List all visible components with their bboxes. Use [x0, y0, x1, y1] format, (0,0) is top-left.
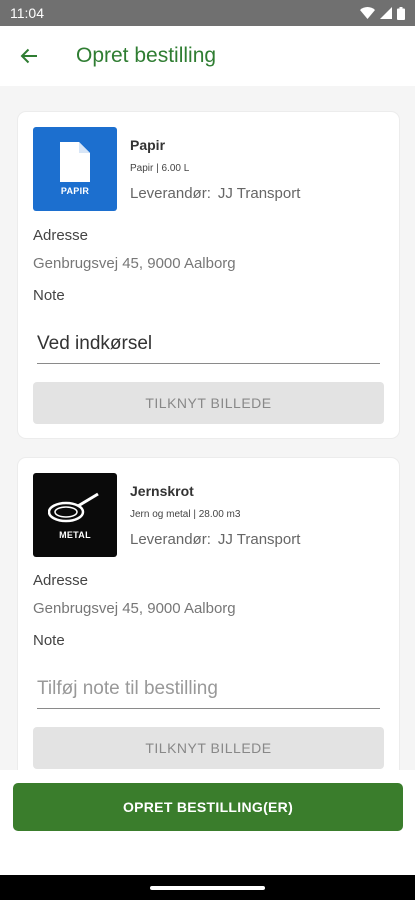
supplier-name: JJ Transport	[217, 531, 301, 548]
page-title: Opret bestilling	[76, 44, 217, 67]
address-label: Adresse	[33, 227, 89, 244]
note-input[interactable]	[37, 669, 380, 709]
product-title: Jernskrot	[130, 483, 194, 499]
product-thumbnail: METAL	[33, 473, 117, 557]
signal-icon	[380, 7, 392, 19]
battery-icon	[397, 6, 405, 20]
status-icons	[360, 6, 405, 20]
note-label: Note	[33, 287, 65, 304]
home-handle[interactable]	[150, 886, 265, 890]
product-subtitle: Papir | 6.00 L	[130, 163, 190, 174]
create-order-button[interactable]: OPRET BESTILLING(ER)	[13, 783, 403, 831]
address-value: Genbrugsvej 45, 9000 Aalborg	[33, 600, 236, 617]
attach-image-button[interactable]: TILKNYT BILLEDE	[33, 382, 384, 424]
supplier-name: JJ Transport	[217, 185, 301, 202]
supplier-label: Leverandør:	[130, 185, 211, 202]
note-label: Note	[33, 632, 65, 649]
product-subtitle: Jern og metal | 28.00 m3	[130, 509, 241, 520]
supplier-label: Leverandør:	[130, 531, 211, 548]
app-bar: Opret bestilling	[0, 26, 415, 86]
order-card: PAPIR Papir Papir | 6.00 L Leverandør: J…	[18, 112, 399, 438]
system-nav-bar	[0, 875, 415, 900]
wifi-icon	[360, 7, 375, 19]
address-label: Adresse	[33, 572, 89, 589]
status-time: 11:04	[10, 5, 44, 21]
address-value: Genbrugsvej 45, 9000 Aalborg	[33, 255, 236, 272]
supplier-row: Leverandør: JJ Transport	[130, 185, 300, 202]
attach-image-button[interactable]: TILKNYT BILLEDE	[33, 727, 384, 769]
supplier-row: Leverandør: JJ Transport	[130, 531, 300, 548]
product-category-label: PAPIR	[60, 186, 90, 196]
order-card: METAL Jernskrot Jern og metal | 28.00 m3…	[18, 458, 399, 770]
product-title: Papir	[130, 137, 166, 153]
arrow-back-icon	[20, 48, 37, 64]
order-list[interactable]: PAPIR Papir Papir | 6.00 L Leverandør: J…	[0, 86, 415, 770]
paper-bin-icon	[60, 142, 90, 182]
frying-pan-icon	[48, 492, 99, 523]
product-thumbnail: PAPIR	[33, 127, 117, 211]
back-button[interactable]	[0, 26, 58, 86]
status-bar: 11:04	[0, 0, 415, 26]
footer: OPRET BESTILLING(ER)	[0, 770, 415, 875]
note-input[interactable]	[37, 324, 380, 364]
product-category-label: METAL	[59, 530, 91, 540]
